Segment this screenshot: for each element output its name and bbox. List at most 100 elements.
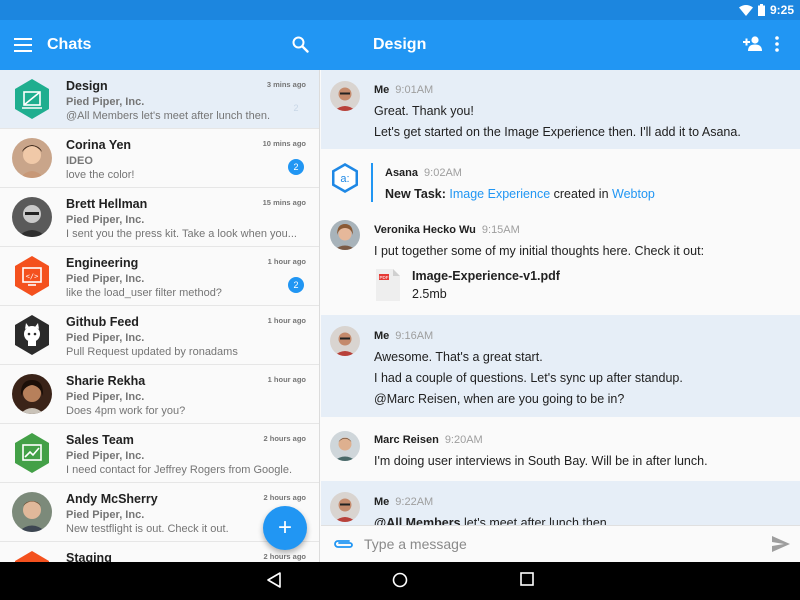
- chat-org: Pied Piper, Inc.: [66, 391, 145, 403]
- chat-name: Brett Hellman: [66, 197, 148, 211]
- message-item: Me 9:22AM @All Members let's meet after l…: [321, 481, 800, 525]
- chat-org: Pied Piper, Inc.: [66, 450, 145, 462]
- engineering-group-avatar-icon: </>: [15, 256, 49, 296]
- chat-org: IDEO: [66, 155, 93, 167]
- avatar: [12, 374, 52, 414]
- chat-org: Pied Piper, Inc.: [66, 332, 145, 344]
- chat-time: 2 hours ago: [263, 434, 306, 443]
- new-chat-button[interactable]: +: [263, 506, 307, 550]
- back-icon[interactable]: [266, 572, 282, 588]
- message-time: 9:15AM: [481, 224, 520, 236]
- chat-preview: Does 4pm work for you?: [66, 405, 186, 417]
- chat-preview: I need contact for Jeffrey Rogers from G…: [66, 464, 293, 476]
- message-text-rest: let's meet after lunch then.: [460, 516, 611, 525]
- staging-group-avatar-icon: [15, 551, 49, 562]
- chat-time: 15 mins ago: [262, 198, 306, 207]
- message-item: Me 9:01AM Great. Thank you! Let's get sta…: [321, 70, 800, 149]
- status-bar: 9:25: [0, 0, 800, 20]
- chat-item-sales-team[interactable]: Sales Team Pied Piper, Inc. I need conta…: [0, 424, 319, 483]
- bot-message: Asana 9:02AM New Task: Image Experience c…: [371, 163, 800, 202]
- message-sender: Me: [374, 496, 390, 508]
- overflow-icon[interactable]: [775, 36, 779, 52]
- app-bar: Chats Design: [0, 20, 800, 70]
- project-link[interactable]: Webtop: [612, 187, 655, 201]
- battery-icon: [757, 4, 765, 16]
- avatar: [12, 492, 52, 532]
- chat-time: 2 hours ago: [263, 552, 306, 561]
- mention[interactable]: @All Members: [374, 516, 461, 525]
- recents-icon[interactable]: [520, 572, 534, 586]
- design-group-avatar-icon: [15, 79, 49, 119]
- chat-item-github-feed[interactable]: Github Feed Pied Piper, Inc. Pull Reques…: [0, 306, 319, 365]
- task-link[interactable]: Image Experience: [449, 187, 550, 201]
- message-input[interactable]: [364, 536, 744, 552]
- chat-preview: love the color!: [66, 169, 135, 181]
- chat-preview: Pull Request updated by ronadams: [66, 346, 238, 358]
- chat-org: Pied Piper, Inc.: [66, 96, 145, 108]
- chat-name: Github Feed: [66, 315, 139, 329]
- unread-badge: 2: [288, 277, 304, 293]
- chat-name: Sales Team: [66, 433, 134, 447]
- conversation-toolbar: Design: [320, 20, 800, 70]
- github-octocat-icon: [15, 315, 49, 355]
- chat-time: 1 hour ago: [267, 375, 306, 384]
- menu-icon[interactable]: [14, 38, 32, 52]
- file-attachment[interactable]: PDF Image-Experience-v1.pdf 2.5mb: [376, 269, 800, 301]
- task-label: New Task:: [385, 187, 446, 201]
- message-time: 9:22AM: [395, 496, 434, 508]
- message-time: 9:16AM: [395, 330, 434, 342]
- sales-chart-avatar-icon: [15, 433, 49, 473]
- chat-preview: I sent you the press kit. Take a look wh…: [66, 228, 297, 240]
- message-sender: Asana: [385, 167, 419, 179]
- chat-preview: @All Members let's meet after lunch then…: [66, 110, 271, 122]
- message-text: @All Members let's meet after lunch then…: [374, 515, 800, 525]
- message-item: a: Asana 9:02AM New Task: Image Experienc…: [321, 149, 800, 214]
- send-icon[interactable]: [772, 536, 790, 552]
- avatar: [330, 492, 360, 522]
- chat-name: Design: [66, 79, 108, 93]
- home-icon[interactable]: [392, 572, 408, 588]
- message-text-rest: , when are you going to be in?: [456, 392, 625, 406]
- chats-toolbar: Chats: [0, 20, 320, 70]
- paperclip-icon[interactable]: [332, 538, 354, 550]
- chat-time: 1 hour ago: [267, 316, 306, 325]
- message-pane: Me 9:01AM Great. Thank you! Let's get sta…: [321, 70, 800, 525]
- chat-item-sharie-rekha[interactable]: Sharie Rekha Pied Piper, Inc. Does 4pm w…: [0, 365, 319, 424]
- message-time: 9:20AM: [444, 434, 483, 446]
- avatar: [330, 220, 360, 250]
- asana-letter: a:: [340, 173, 349, 185]
- chat-item-engineering[interactable]: </> Engineering Pied Piper, Inc. like th…: [0, 247, 319, 306]
- avatar: [330, 431, 360, 461]
- message-sender: Marc Reisen: [374, 434, 439, 446]
- chat-item-corina-yen[interactable]: Corina Yen IDEO love the color! 10 mins …: [0, 129, 319, 188]
- chat-org: Pied Piper, Inc.: [66, 214, 145, 226]
- chat-preview: like the load_user filter method?: [66, 287, 222, 299]
- wifi-icon: [738, 4, 753, 16]
- message-text: Let's get started on the Image Experienc…: [374, 125, 741, 139]
- chat-name: Corina Yen: [66, 138, 132, 152]
- add-person-icon[interactable]: [743, 35, 763, 51]
- avatar: [12, 197, 52, 237]
- chat-item-brett-hellman[interactable]: Brett Hellman Pied Piper, Inc. I sent yo…: [0, 188, 319, 247]
- conversation-title: Design: [373, 36, 427, 53]
- chat-time: 3 mins ago: [266, 80, 306, 89]
- pdf-file-icon: PDF: [376, 269, 400, 301]
- message-item: Veronika Hecko Wu 9:15AM I put together s…: [321, 214, 800, 315]
- message-time: 9:02AM: [424, 167, 462, 179]
- message-text: I had a couple of questions. Let's sync …: [374, 371, 683, 385]
- message-text: I'm doing user interviews in South Bay. …: [374, 454, 708, 468]
- pdf-tag: PDF: [380, 275, 389, 280]
- message-sender: Me: [374, 84, 390, 96]
- message-item: Marc Reisen 9:20AM I'm doing user intervi…: [321, 417, 800, 481]
- chat-item-design[interactable]: Design Pied Piper, Inc. @All Members let…: [0, 70, 319, 129]
- message-item: Me 9:16AM Awesome. That's a great start. …: [321, 315, 800, 417]
- chat-name: Engineering: [66, 256, 139, 270]
- mention[interactable]: @Marc Reisen: [374, 392, 457, 406]
- message-time: 9:01AM: [395, 84, 434, 96]
- chat-name: Andy McSherry: [66, 492, 158, 506]
- status-time: 9:25: [769, 3, 794, 17]
- search-icon[interactable]: [292, 36, 309, 53]
- chat-time: 10 mins ago: [262, 139, 306, 148]
- unread-badge: 2: [288, 159, 304, 175]
- avatar: [12, 138, 52, 178]
